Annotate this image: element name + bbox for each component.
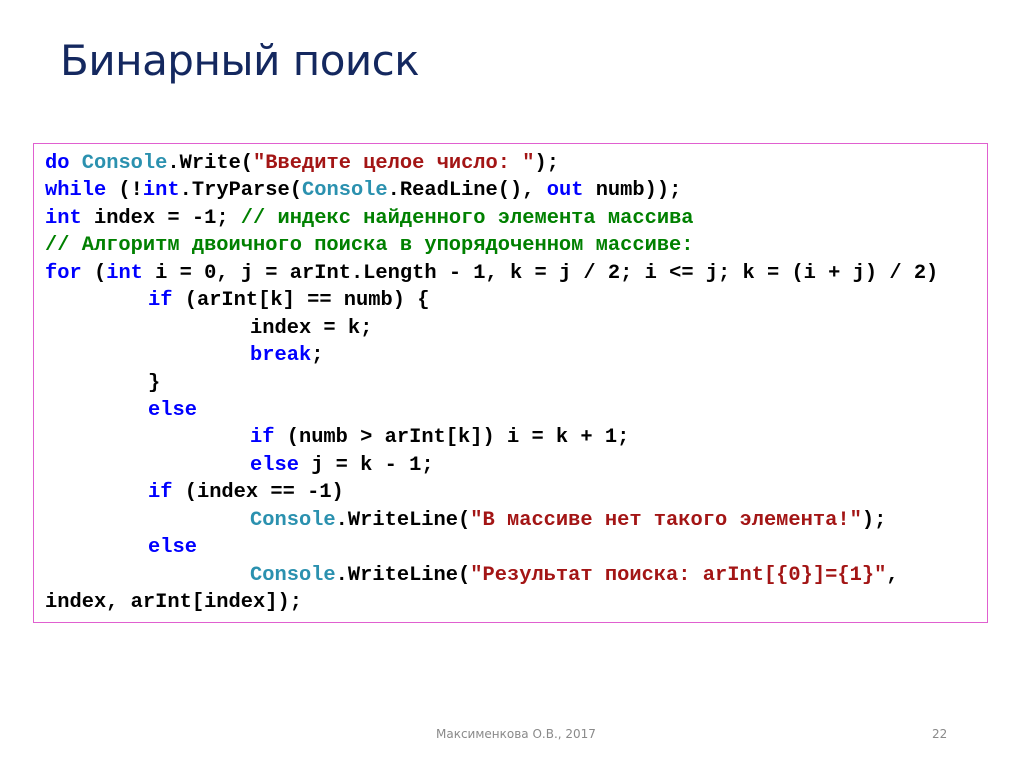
code-line: // Алгоритм двоичного поиска в упорядоче… [45,232,938,259]
code-type: Console [250,563,336,587]
code-line: else j = k - 1; [45,452,938,479]
code-text: ( [81,261,107,285]
code-line: for (int i = 0, j = arInt.Length - 1, k … [45,260,938,287]
code-string: "В массиве нет такого элемента!" [470,508,862,532]
code-type: Console [250,508,336,532]
code-line: if (index == -1) [45,479,938,506]
code-line: if (numb > arInt[k]) i = k + 1; [45,424,938,451]
code-line: while (!int.TryParse(Console.ReadLine(),… [45,177,938,204]
code-keyword: else [250,453,299,477]
code-text: (numb > arInt[k]) i = k + 1; [274,426,630,450]
code-comment: // Алгоритм двоичного поиска в упорядоче… [45,234,694,258]
code-text: ); [861,508,887,532]
code-text: j = k - 1; [298,453,434,477]
code-text: (index == -1) [172,481,344,505]
footer-author: Максименкова О.В., 2017 [436,727,596,741]
code-keyword: break [250,344,312,368]
code-line: if (arInt[k] == numb) { [45,287,938,314]
code-line: do Console.Write("Введите целое число: "… [45,150,938,177]
page-number: 22 [932,727,948,741]
code-text: .WriteLine( [335,563,471,587]
code-line: else [45,397,938,424]
code-block: do Console.Write("Введите целое число: "… [45,150,938,616]
code-keyword: else [148,536,197,560]
code-text: ); [534,152,559,175]
code-line: break; [45,342,938,369]
code-keyword: else [148,398,197,422]
code-keyword: for [45,261,82,285]
code-comment: // индекс найденного элемента массива [240,206,694,230]
code-text: index = k; [250,316,373,340]
code-text: (! [106,179,143,203]
code-text: i = 0, j = arInt.Length - 1, k = j / 2; … [142,261,939,285]
code-keyword: out [546,179,584,203]
code-text: .TryParse( [179,179,302,203]
code-text: } [148,371,161,395]
code-text: index = -1; [81,206,241,230]
code-line: index = k; [45,315,938,342]
code-line: } [45,370,938,397]
code-text: (arInt[k] == numb) { [172,289,430,313]
code-keyword: while [45,179,107,203]
code-line: Console.WriteLine("В массиве нет такого … [45,507,938,534]
code-text: , [886,563,899,587]
code-keyword: if [148,481,173,505]
code-text: numb)); [583,179,682,203]
code-text: ; [311,344,324,368]
code-text: .ReadLine(), [387,179,547,203]
code-keyword: int [142,179,180,203]
code-keyword: if [250,426,275,450]
code-text: .WriteLine( [335,508,471,532]
code-type: Console [302,179,388,203]
code-line: int index = -1; // индекс найденного эле… [45,205,938,232]
code-string: "Введите целое число: " [253,152,535,175]
code-line: else [45,534,938,561]
code-string: "Результат поиска: arInt[{0}]={1}" [470,563,887,587]
code-line: index, arInt[index]); [45,589,938,616]
code-text: index, arInt[index]); [45,591,302,614]
code-type: Console [81,152,168,175]
code-text: .Write( [167,152,254,175]
slide-title: Бинарный поиск [60,36,420,85]
code-line: Console.WriteLine("Результат поиска: arI… [45,562,938,589]
code-keyword: if [148,289,173,313]
code-box: do Console.Write("Введите целое число: "… [33,143,988,623]
code-keyword: int [106,261,143,285]
code-keyword: int [45,206,82,230]
code-keyword: do [45,152,70,175]
